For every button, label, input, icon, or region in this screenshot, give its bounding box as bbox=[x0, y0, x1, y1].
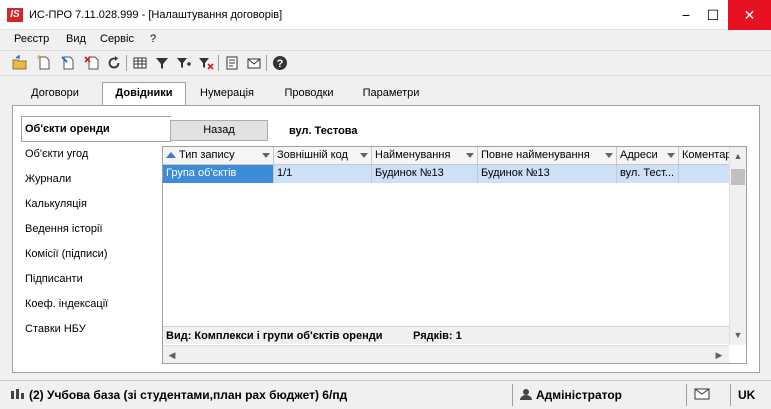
scroll-left-icon[interactable]: ◀ bbox=[164, 347, 180, 363]
filter-icon[interactable] bbox=[152, 54, 172, 72]
cell-full-name[interactable]: Будинок №13 bbox=[478, 165, 617, 183]
cell-external-code[interactable]: 1/1 bbox=[274, 165, 372, 183]
menu-registry[interactable]: Реєстр bbox=[14, 33, 49, 45]
menu-view[interactable]: Вид bbox=[66, 33, 86, 45]
grid-header: Тип запису Зовнішній код Найменування По… bbox=[163, 147, 729, 165]
nav-item-history[interactable]: Ведення історії bbox=[25, 219, 103, 239]
menu-help[interactable]: ? bbox=[150, 33, 156, 45]
tab-strip: Договори Довідники Нумерація Проводки Па… bbox=[8, 78, 764, 106]
app-logo: IS bbox=[7, 8, 23, 22]
status-divider bbox=[730, 384, 731, 406]
tab-postings[interactable]: Проводки bbox=[274, 83, 344, 105]
database-status: (2) Учбова база (зі студентами,план рах … bbox=[10, 384, 347, 406]
toolbar: ? bbox=[0, 50, 771, 76]
table-icon[interactable] bbox=[130, 54, 150, 72]
nav-item-calculation[interactable]: Калькуляція bbox=[25, 194, 87, 214]
nav-item-signers[interactable]: Підписанти bbox=[25, 269, 83, 289]
column-header-addresses[interactable]: Адреси bbox=[617, 147, 679, 165]
toolbar-separator bbox=[218, 55, 219, 71]
vertical-scrollbar[interactable]: ▲ ▼ bbox=[729, 147, 746, 345]
left-nav: Об'єкти оренди Об'єкти угод Журнали Каль… bbox=[21, 106, 171, 374]
column-header-comment[interactable]: Коментар bbox=[679, 147, 729, 165]
column-header-name[interactable]: Найменування bbox=[372, 147, 478, 165]
column-header-external-code[interactable]: Зовнішній код bbox=[274, 147, 372, 165]
horizontal-scrollbar[interactable]: ◀ ▶ bbox=[163, 345, 729, 363]
language-indicator[interactable]: UK bbox=[738, 384, 755, 406]
dropdown-arrow-icon[interactable] bbox=[360, 153, 368, 158]
status-bar: (2) Учбова база (зі студентами,план рах … bbox=[0, 380, 771, 409]
open-folder-icon[interactable] bbox=[10, 54, 30, 72]
address-label: вул. Тестова bbox=[289, 125, 358, 137]
database-icon bbox=[11, 389, 24, 399]
scroll-right-icon[interactable]: ▶ bbox=[711, 347, 727, 363]
tab-reference-books[interactable]: Довідники bbox=[102, 82, 186, 106]
nav-item-rental-objects[interactable]: Об'єкти оренди bbox=[25, 119, 110, 139]
nav-item-journals[interactable]: Журнали bbox=[25, 169, 71, 189]
user-icon bbox=[520, 389, 532, 400]
edit-document-icon[interactable] bbox=[58, 54, 78, 72]
column-header-full-name[interactable]: Повне найменування bbox=[478, 147, 617, 165]
clear-filter-icon[interactable] bbox=[196, 54, 216, 72]
main-frame: Договори Довідники Нумерація Проводки Па… bbox=[8, 78, 764, 375]
menu-bar: Реєстр Вид Сервіс ? bbox=[0, 30, 771, 50]
tab-contracts[interactable]: Договори bbox=[22, 83, 88, 105]
mail-icon[interactable] bbox=[244, 54, 264, 72]
grid-footer: Вид: Комплекси і групи об'єктів оренди Р… bbox=[163, 326, 729, 344]
dropdown-arrow-icon[interactable] bbox=[605, 153, 613, 158]
scroll-down-icon[interactable]: ▼ bbox=[730, 327, 746, 343]
tab-parameters[interactable]: Параметри bbox=[354, 83, 428, 105]
toolbar-separator bbox=[126, 55, 127, 71]
tab-numbering[interactable]: Нумерація bbox=[190, 83, 264, 105]
nav-item-indexation[interactable]: Коеф. індексації bbox=[25, 294, 108, 314]
envelope-icon bbox=[694, 388, 710, 400]
cell-comment[interactable] bbox=[679, 165, 729, 183]
scroll-up-icon[interactable]: ▲ bbox=[730, 148, 746, 164]
user-status[interactable]: Адміністратор bbox=[520, 384, 622, 406]
nav-item-deal-objects[interactable]: Об'єкти угод bbox=[25, 144, 88, 164]
title-bar: IS ИС-ПРО 7.11.028.999 - [Налаштування д… bbox=[0, 0, 771, 30]
toolbar-separator bbox=[266, 55, 267, 71]
close-button[interactable]: ✕ bbox=[728, 0, 771, 30]
window-title: ИС-ПРО 7.11.028.999 - [Налаштування дого… bbox=[29, 9, 283, 21]
status-divider bbox=[512, 384, 513, 406]
cell-name[interactable]: Будинок №13 bbox=[372, 165, 478, 183]
nav-item-nbu-rates[interactable]: Ставки НБУ bbox=[25, 319, 86, 339]
new-document-icon[interactable] bbox=[34, 54, 54, 72]
dropdown-arrow-icon[interactable] bbox=[262, 153, 270, 158]
back-button[interactable]: Назад bbox=[170, 120, 268, 141]
document-icon[interactable] bbox=[222, 54, 242, 72]
status-divider bbox=[686, 384, 687, 406]
view-label: Вид: Комплекси і групи об'єктів оренди bbox=[166, 330, 383, 342]
delete-document-icon[interactable] bbox=[82, 54, 102, 72]
maximize-button[interactable]: ☐ bbox=[697, 0, 729, 30]
help-icon[interactable]: ? bbox=[270, 54, 290, 72]
nav-item-commissions[interactable]: Комісії (підписи) bbox=[25, 244, 107, 264]
sort-ascending-icon bbox=[166, 152, 176, 159]
data-grid: Тип запису Зовнішній код Найменування По… bbox=[162, 146, 747, 364]
filter-settings-icon[interactable] bbox=[174, 54, 194, 72]
content-panel: Об'єкти оренди Об'єкти угод Журнали Каль… bbox=[12, 105, 760, 373]
dropdown-arrow-icon[interactable] bbox=[466, 153, 474, 158]
cell-record-type[interactable]: Група об'єктів bbox=[163, 165, 274, 183]
cell-addresses[interactable]: вул. Тест... bbox=[617, 165, 679, 183]
menu-service[interactable]: Сервіс bbox=[100, 33, 134, 45]
table-row[interactable]: Група об'єктів 1/1 Будинок №13 Будинок №… bbox=[163, 165, 729, 183]
row-count-label: Рядків: 1 bbox=[413, 330, 462, 342]
mail-status[interactable] bbox=[694, 384, 710, 406]
svg-text:?: ? bbox=[277, 58, 284, 70]
dropdown-arrow-icon[interactable] bbox=[667, 153, 675, 158]
refresh-icon[interactable] bbox=[104, 54, 124, 72]
scroll-thumb[interactable] bbox=[731, 169, 745, 185]
column-header-record-type[interactable]: Тип запису bbox=[163, 147, 274, 165]
